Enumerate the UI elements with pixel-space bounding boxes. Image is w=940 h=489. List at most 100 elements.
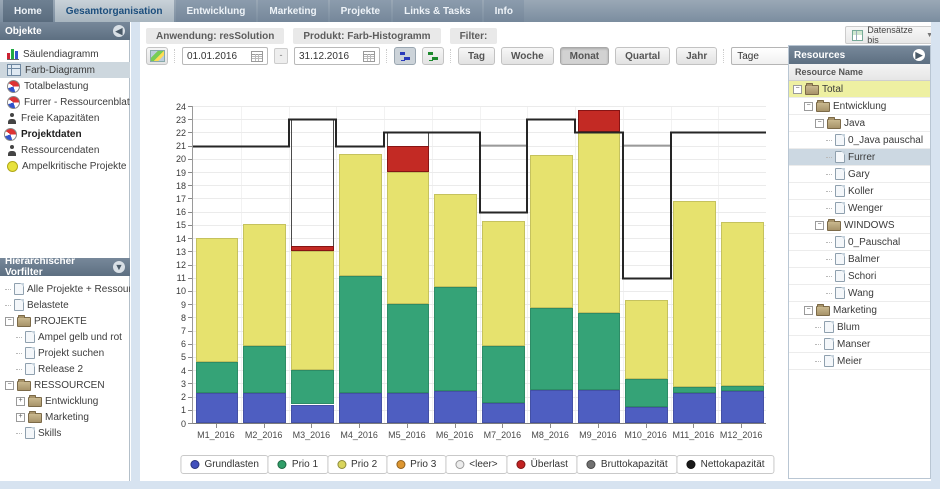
expander-icon[interactable]: +	[16, 397, 25, 406]
y-axis-tick-label: 17	[166, 194, 186, 204]
objekte-panel-title: Objekte	[5, 26, 42, 37]
datensaetze-bis-label: Datensätze bis	[867, 25, 922, 45]
objekte-item[interactable]: Farb-Diagramm	[0, 62, 130, 78]
nav-tab-home[interactable]: Home	[3, 0, 53, 22]
vorfilter-item-label: Release 2	[38, 364, 83, 375]
expander-icon[interactable]: +	[16, 413, 25, 422]
resource-row[interactable]: Gary	[789, 166, 930, 183]
resource-row[interactable]: Meier	[789, 353, 930, 370]
tree-connector	[826, 174, 832, 175]
resource-name-column-header[interactable]: Resource Name	[789, 64, 930, 81]
produkt-button[interactable]: Produkt: Farb-Histogramm	[293, 28, 440, 44]
nav-tab-info[interactable]: Info	[484, 0, 524, 22]
objekte-item[interactable]: Ressourcendaten	[0, 142, 130, 158]
resource-row[interactable]: −WINDOWS	[789, 217, 930, 234]
nav-tab-links-tasks[interactable]: Links & Tasks	[393, 0, 482, 22]
hierarchy-view-button[interactable]	[422, 47, 444, 65]
resource-name: Wang	[848, 288, 874, 299]
expander-icon[interactable]: −	[815, 221, 824, 230]
vorfilter-item[interactable]: +Marketing	[0, 409, 130, 425]
window-horizontal-scrollbar[interactable]	[0, 481, 940, 489]
chevron-right-icon[interactable]: ▶	[913, 49, 925, 61]
x-axis-tick	[264, 424, 265, 428]
chevron-down-icon[interactable]: ▼	[113, 261, 125, 273]
vorfilter-item[interactable]: Alle Projekte + Ressourcen	[0, 281, 130, 297]
nav-tab-projekte[interactable]: Projekte	[330, 0, 391, 22]
resource-row[interactable]: Schori	[789, 268, 930, 285]
pinwheel-icon	[4, 128, 17, 141]
expander-icon[interactable]: −	[793, 85, 802, 94]
vorfilter-item[interactable]: +Entwicklung	[0, 393, 130, 409]
hierarchy-view-button-active[interactable]	[394, 47, 416, 65]
expander-icon[interactable]: −	[804, 306, 813, 315]
vorfilter-item[interactable]: Release 2	[0, 361, 130, 377]
chevron-left-icon[interactable]: ◀	[113, 25, 125, 37]
nav-tab-marketing[interactable]: Marketing	[258, 0, 327, 22]
objekte-item[interactable]: Furrer - Ressourcenblatt	[0, 94, 130, 110]
calendar-icon[interactable]	[251, 51, 263, 62]
calendar-icon[interactable]	[363, 51, 375, 62]
nav-tab-gesamtorganisation[interactable]: Gesamtorganisation	[55, 0, 174, 22]
resource-row[interactable]: 0_Java pauschal	[789, 132, 930, 149]
legend-item-nettokapazit-t[interactable]: Nettokapazität	[677, 455, 775, 474]
legend-item-grundlasten[interactable]: Grundlasten	[180, 455, 268, 474]
expander-icon[interactable]: −	[5, 381, 14, 390]
legend-item-bruttokapazit-t[interactable]: Bruttokapazität	[577, 455, 678, 474]
resource-row[interactable]: Wang	[789, 285, 930, 302]
period-button-quartal[interactable]: Quartal	[615, 47, 670, 65]
resource-row[interactable]: Wenger	[789, 200, 930, 217]
date-to-field[interactable]: 31.12.2016	[294, 47, 380, 65]
nav-tab-entwicklung[interactable]: Entwicklung	[176, 0, 257, 22]
date-from-field[interactable]: 01.01.2016	[182, 47, 268, 65]
anwendung-button[interactable]: Anwendung: resSolution	[146, 28, 284, 44]
vorfilter-item[interactable]: Skills	[0, 425, 130, 441]
resource-row[interactable]: −Java	[789, 115, 930, 132]
vorfilter-item[interactable]: Ampel gelb und rot	[0, 329, 130, 345]
resource-row[interactable]: Furrer	[789, 149, 930, 166]
expander-icon[interactable]: −	[804, 102, 813, 111]
resource-row[interactable]: Balmer	[789, 251, 930, 268]
vorfilter-item[interactable]: Projekt suchen	[0, 345, 130, 361]
resource-row[interactable]: 0_Pauschal	[789, 234, 930, 251]
period-button-tag[interactable]: Tag	[458, 47, 495, 65]
y-axis-tick	[188, 119, 192, 120]
resource-row[interactable]: Manser	[789, 336, 930, 353]
sidebar-scrollbar[interactable]	[131, 22, 140, 481]
period-button-jahr[interactable]: Jahr	[676, 47, 717, 65]
document-icon	[835, 287, 845, 299]
resource-name: Koller	[848, 186, 874, 197]
legend-item--leer-[interactable]: <leer>	[445, 455, 507, 474]
filter-button[interactable]: Filter:	[450, 28, 498, 44]
resource-row[interactable]: Koller	[789, 183, 930, 200]
period-button-monat[interactable]: Monat	[560, 47, 609, 65]
legend-item--berlast[interactable]: Überlast	[507, 455, 578, 474]
expander-icon[interactable]: −	[815, 119, 824, 128]
resource-row[interactable]: −Total	[789, 81, 930, 98]
person-icon	[7, 145, 17, 156]
resource-row[interactable]: −Entwicklung	[789, 98, 930, 115]
objekte-item[interactable]: Ampelkritische Projekte	[0, 158, 130, 174]
legend-item-prio-1[interactable]: Prio 1	[268, 455, 328, 474]
period-button-woche[interactable]: Woche	[501, 47, 554, 65]
legend-item-prio-2[interactable]: Prio 2	[327, 455, 387, 474]
resource-name: Blum	[837, 322, 860, 333]
expander-icon[interactable]: −	[5, 317, 14, 326]
legend-color-dot	[190, 460, 199, 469]
objekte-item[interactable]: Totalbelastung	[0, 78, 130, 94]
legend-item-prio-3[interactable]: Prio 3	[386, 455, 446, 474]
vorfilter-item-label: Projekt suchen	[38, 348, 104, 359]
vorfilter-item[interactable]: −RESSOURCEN	[0, 377, 130, 393]
objekte-item[interactable]: Säulendiagramm	[0, 46, 130, 62]
y-axis-tick	[188, 344, 192, 345]
vorfilter-item[interactable]: −PROJEKTE	[0, 313, 130, 329]
resource-row[interactable]: Blum	[789, 319, 930, 336]
objekte-item[interactable]: Freie Kapazitäten	[0, 110, 130, 126]
vorfilter-item[interactable]: Belastete	[0, 297, 130, 313]
chart-image-button[interactable]	[146, 47, 168, 65]
x-axis-tick	[359, 424, 360, 428]
datensaetze-bis-button[interactable]: Datensätze bis ▼	[845, 26, 940, 44]
window-vertical-scrollbar[interactable]	[931, 22, 940, 481]
document-icon	[835, 168, 845, 180]
resource-row[interactable]: −Marketing	[789, 302, 930, 319]
objekte-item[interactable]: Projektdaten	[0, 126, 130, 142]
